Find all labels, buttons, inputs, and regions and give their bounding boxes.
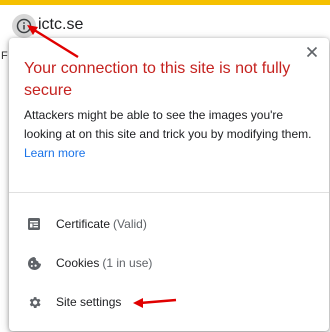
learn-more-link[interactable]: Learn more (24, 146, 85, 160)
gear-icon (26, 294, 42, 310)
certificate-item[interactable]: Certificate (Valid) (9, 208, 329, 240)
address-bar: ictc.se (0, 5, 330, 41)
divider (9, 192, 329, 193)
description-text: Attackers might be able to see the image… (24, 108, 312, 141)
page-background (0, 41, 8, 332)
security-warning-headline: Your connection to this site is not full… (24, 60, 291, 99)
site-settings-label: Site settings (56, 295, 122, 309)
security-description: Attackers might be able to see the image… (24, 106, 314, 163)
certificate-status: (Valid) (113, 217, 147, 231)
page-edge-text: F (1, 50, 8, 62)
certificate-icon (26, 216, 42, 232)
cookies-item[interactable]: Cookies (1 in use) (9, 247, 329, 279)
cookies-count: (1 in use) (102, 256, 153, 270)
site-info-button[interactable] (12, 14, 36, 38)
close-icon (306, 46, 318, 58)
cookie-icon (26, 255, 42, 271)
cookies-label: Cookies (56, 256, 100, 270)
url-text[interactable]: ictc.se (38, 15, 83, 35)
certificate-label: Certificate (56, 217, 111, 231)
site-info-popup: Your connection to this site is not full… (9, 38, 329, 331)
site-settings-item[interactable]: Site settings (9, 286, 329, 318)
info-icon (16, 18, 32, 34)
